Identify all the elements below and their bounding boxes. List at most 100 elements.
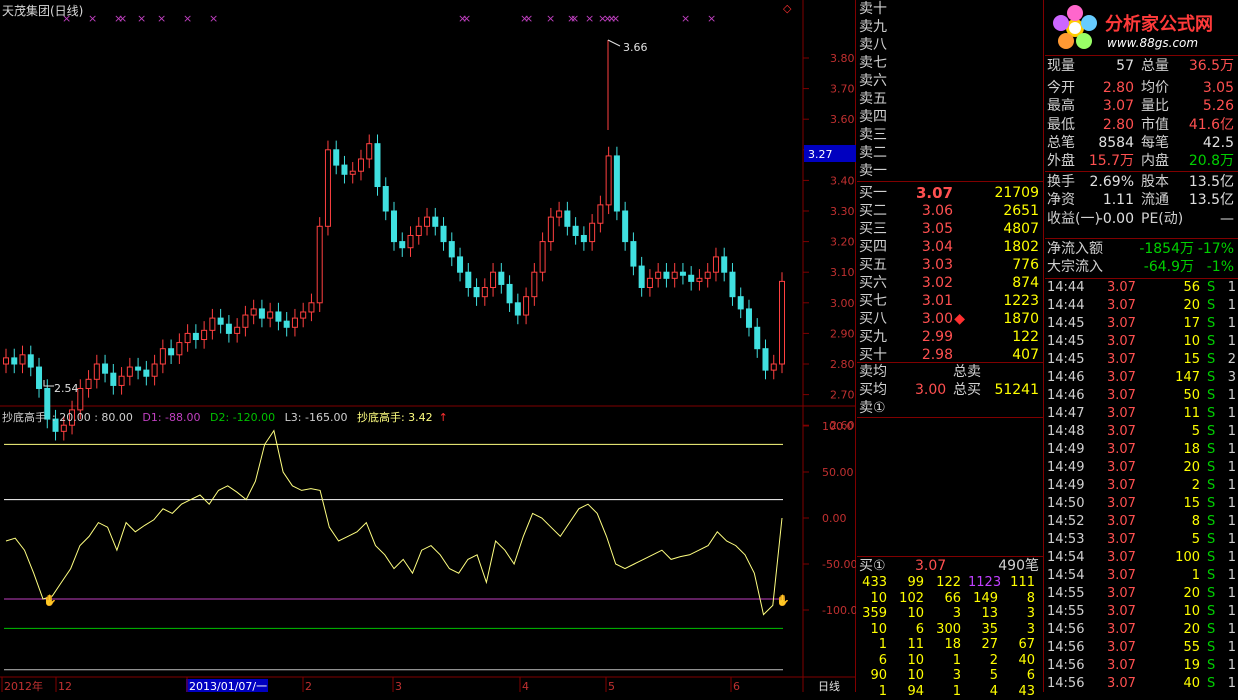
bid-row[interactable]: 买九 2.99 122	[857, 328, 1043, 346]
tick-row[interactable]: 14:49 3.07 18 S 1	[1045, 441, 1238, 459]
tick-row[interactable]: 14:56 3.07 19 S 1	[1045, 657, 1238, 675]
tick-time: 14:44	[1047, 298, 1085, 313]
candle-body	[366, 143, 373, 160]
queue-cell: 6	[878, 652, 887, 668]
price-tick-label: 2.90	[830, 327, 855, 340]
tick-row[interactable]: 14:56 3.07 40 S 1	[1045, 675, 1238, 693]
tick-row[interactable]: 14:45 3.07 15 S 2	[1045, 351, 1238, 369]
flow-percent: -1%	[1206, 259, 1234, 275]
tick-row[interactable]: 14:54 3.07 1 S 1	[1045, 567, 1238, 585]
bid-price: 3.01	[921, 293, 953, 309]
indicator-d1: D1: -88.00	[142, 411, 201, 424]
chart-area[interactable]: 3.803.703.603.503.403.303.203.103.002.90…	[0, 0, 856, 692]
ask-row[interactable]: 卖五	[857, 90, 1043, 108]
bid-label: 买六	[859, 275, 887, 291]
tick-volume: 20	[1183, 586, 1200, 601]
bid-row[interactable]: 买八 3.00 ◆ 1870	[857, 310, 1043, 328]
indicator-value: 抄底高手: 3.42	[356, 411, 433, 424]
bid-row[interactable]: 买四 3.04 1802	[857, 238, 1043, 256]
bid-row[interactable]: 买三 3.05 4807	[857, 220, 1043, 238]
candle-body	[118, 375, 125, 386]
signal-x-mark: ×	[209, 12, 218, 25]
price-tick-label: 3.00	[830, 297, 855, 310]
candle-body	[192, 332, 199, 341]
tick-row[interactable]: 14:55 3.07 10 S 1	[1045, 603, 1238, 621]
tick-row[interactable]: 14:48 3.07 5 S 1	[1045, 423, 1238, 441]
tick-row[interactable]: 14:49 3.07 2 S 1	[1045, 477, 1238, 495]
tick-row[interactable]: 14:44 3.07 20 S 1	[1045, 297, 1238, 315]
tick-row[interactable]: 14:45 3.07 10 S 1	[1045, 333, 1238, 351]
ask-row[interactable]: 卖二	[857, 144, 1043, 162]
ask-row[interactable]: 卖一	[857, 162, 1043, 180]
tick-volume: 5	[1191, 424, 1200, 439]
tick-row[interactable]: 14:46 3.07 147 S 3	[1045, 369, 1238, 387]
tick-volume: 17	[1183, 316, 1200, 331]
tick-volume: 10	[1183, 334, 1200, 349]
tick-row[interactable]: 14:56 3.07 20 S 1	[1045, 621, 1238, 639]
bid-row[interactable]: 买一 3.07 21709	[857, 184, 1043, 202]
tick-volume: 15	[1183, 496, 1200, 511]
tick-count: 1	[1227, 316, 1236, 331]
bid-row[interactable]: 买五 3.03 776	[857, 256, 1043, 274]
queue-cell: 3	[952, 668, 961, 683]
ask-row[interactable]: 卖八	[857, 36, 1043, 54]
flow-label: 净流入额	[1047, 241, 1103, 257]
tick-volume: 100	[1175, 550, 1200, 565]
tick-time: 14:44	[1047, 280, 1085, 295]
tick-time: 14:46	[1047, 388, 1085, 403]
bid-price: 3.03	[921, 257, 953, 273]
tick-time: 14:53	[1047, 532, 1085, 547]
tick-row[interactable]: 14:45 3.07 17 S 1	[1045, 315, 1238, 333]
candle-body	[357, 158, 364, 172]
flow-value: -64.9万	[1143, 259, 1194, 275]
indicator-d2: D2: -120.00	[210, 411, 276, 424]
candle-body	[547, 216, 554, 243]
date-label: 12	[58, 680, 72, 692]
ask-row[interactable]: 卖四	[857, 108, 1043, 126]
tick-row[interactable]: 14:56 3.07 55 S 1	[1045, 639, 1238, 657]
stat-label: 今开	[1047, 80, 1075, 97]
ask-row[interactable]: 卖七	[857, 54, 1043, 72]
tick-row[interactable]: 14:47 3.07 11 S 1	[1045, 405, 1238, 423]
tick-time: 14:50	[1047, 496, 1085, 511]
tick-row[interactable]: 14:53 3.07 5 S 1	[1045, 531, 1238, 549]
ask-row[interactable]: 卖六	[857, 72, 1043, 90]
up-arrow-icon: ↑	[438, 411, 448, 424]
tick-side: S	[1207, 478, 1216, 493]
queue-cell: 359	[862, 606, 887, 621]
candle-body	[267, 311, 274, 319]
candle-body	[110, 372, 117, 386]
tick-count: 1	[1227, 442, 1236, 457]
date-label: 5	[608, 680, 615, 692]
indicator-params: : 20.00 : 80.00	[52, 411, 133, 424]
candle-body	[184, 332, 191, 344]
candle-body	[201, 329, 208, 341]
date-label: 2012年	[4, 679, 43, 692]
ask-row[interactable]: 卖十	[857, 0, 1043, 18]
candle-body	[539, 241, 546, 273]
tick-row[interactable]: 14:44 3.07 56 S 1	[1045, 279, 1238, 297]
ask-row[interactable]: 卖九	[857, 18, 1043, 36]
stats-divider	[1045, 238, 1238, 239]
stats-row: 换手 2.69% 股本 13.5亿	[1045, 173, 1238, 191]
candle-body	[704, 271, 711, 279]
tick-row[interactable]: 14:46 3.07 50 S 1	[1045, 387, 1238, 405]
candle-body	[556, 210, 563, 218]
tick-row[interactable]: 14:55 3.07 20 S 1	[1045, 585, 1238, 603]
ask-row[interactable]: 卖三	[857, 126, 1043, 144]
tick-row[interactable]: 14:52 3.07 8 S 1	[1045, 513, 1238, 531]
bid-row[interactable]: 买七 3.01 1223	[857, 292, 1043, 310]
tick-row[interactable]: 14:50 3.07 15 S 1	[1045, 495, 1238, 513]
stat-label: 均价	[1141, 80, 1169, 97]
queue-cell: 18	[944, 637, 961, 652]
tick-row[interactable]: 14:54 3.07 100 S 1	[1045, 549, 1238, 567]
candle-body	[605, 155, 612, 206]
flow-row: 净流入额 -1854万 -17%	[1045, 240, 1238, 258]
stats-row: 净资 1.11 流通 13.5亿	[1045, 191, 1238, 209]
queue-row: 1 11 18 27 67	[857, 637, 1043, 653]
tick-row[interactable]: 14:49 3.07 20 S 1	[1045, 459, 1238, 477]
kline-chart[interactable]: 3.803.703.603.503.403.303.203.103.002.90…	[0, 0, 856, 692]
bid-row[interactable]: 买六 3.02 874	[857, 274, 1043, 292]
bid-row[interactable]: 买二 3.06 2651	[857, 202, 1043, 220]
tick-time: 14:45	[1047, 316, 1085, 331]
